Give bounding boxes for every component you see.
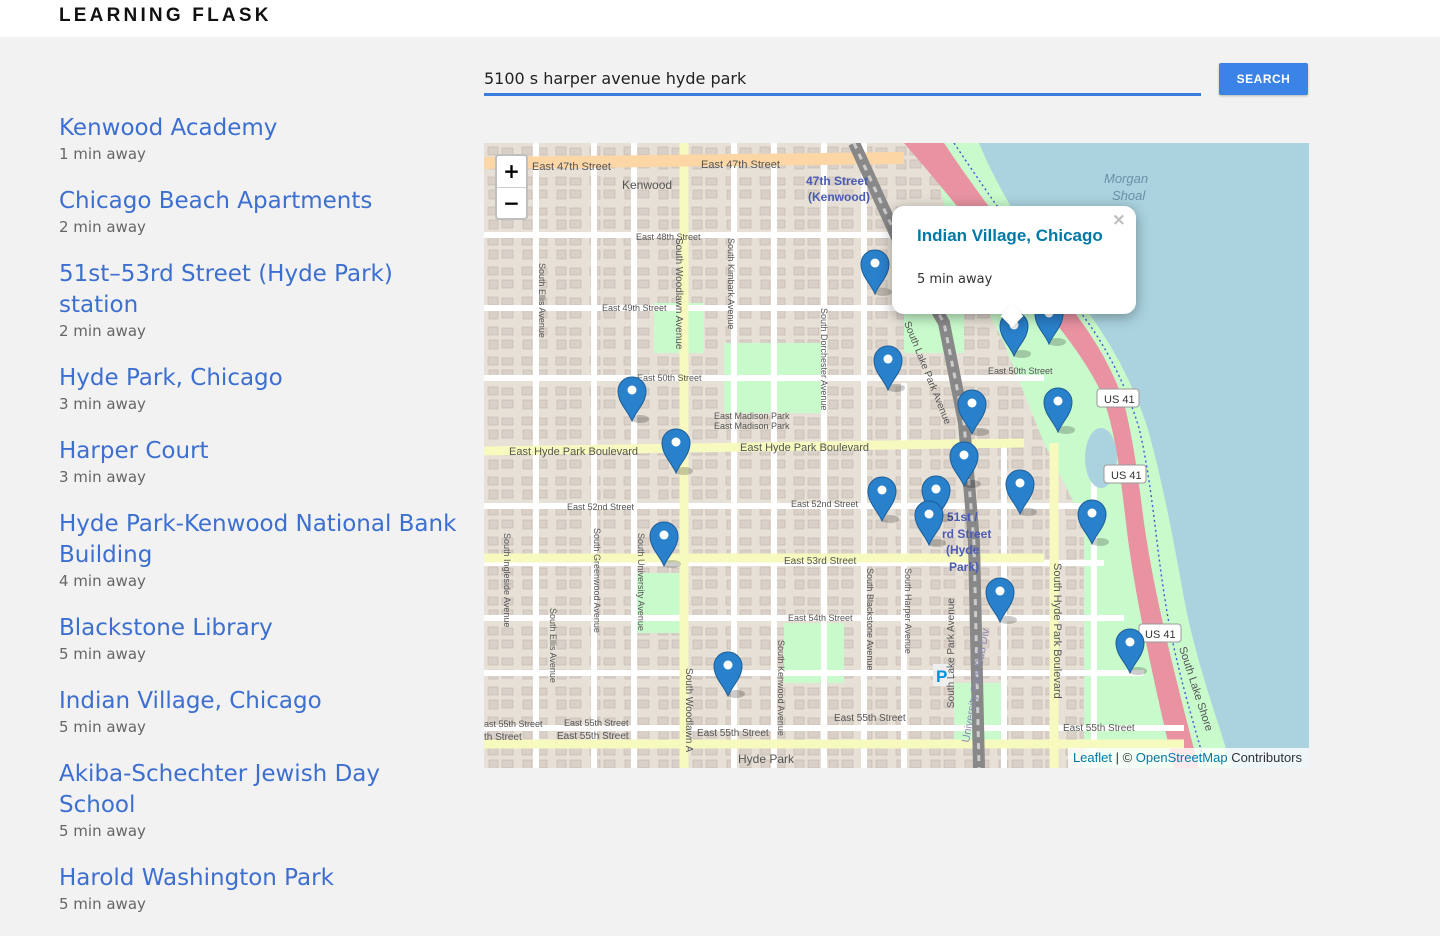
- map-label: South Woodlawn A: [683, 668, 694, 753]
- map-label: South Ellis Avenue: [537, 263, 547, 338]
- map-label: South Ellis Avenue: [548, 608, 558, 683]
- map-label: East 49th Street: [602, 303, 667, 313]
- result-distance: 2 min away: [59, 218, 146, 236]
- map-label: East Hyde Park Boulevard: [509, 446, 638, 458]
- map-label: East Hyde Park Boulevard: [740, 442, 869, 454]
- map-label: US 41: [1104, 394, 1135, 406]
- map-label: South University Avenue: [636, 533, 646, 631]
- map-label: Kenwood: [622, 178, 672, 192]
- popup-title: Indian Village, Chicago: [917, 226, 1103, 245]
- result-link[interactable]: Indian Village, Chicago: [59, 686, 459, 717]
- map-label: South Lake Park Avenue: [946, 598, 957, 708]
- list-item: Blackstone Library 5 min away: [59, 613, 459, 665]
- map-label: South Harper Avenue: [903, 568, 913, 654]
- result-distance: 2 min away: [59, 322, 146, 340]
- map-label: East Madison Park: [714, 421, 790, 431]
- map-label: South Hyde Park Boulevard: [1051, 563, 1063, 699]
- map-label: South Kimbark Avenue: [726, 238, 736, 329]
- map-label: US 41: [1111, 470, 1142, 482]
- list-item: Chicago Beach Apartments 2 min away: [59, 186, 459, 238]
- results-list: Kenwood Academy 1 min away Chicago Beach…: [59, 113, 459, 936]
- list-item: Hyde Park-Kenwood National Bank Building…: [59, 509, 459, 592]
- map-label: East 54th Street: [788, 613, 853, 623]
- map-label: East 55th Street: [697, 728, 769, 739]
- map-attribution: Leaflet | © OpenStreetMap Contributors: [1067, 748, 1309, 768]
- list-item: Hyde Park, Chicago 3 min away: [59, 363, 459, 415]
- search-input[interactable]: [484, 64, 1201, 96]
- result-link[interactable]: Harper Court: [59, 436, 459, 467]
- map-label: (Kenwood): [808, 190, 870, 204]
- result-distance: 5 min away: [59, 718, 146, 736]
- osm-link[interactable]: OpenStreetMap: [1136, 750, 1228, 765]
- list-item: Harper Court 3 min away: [59, 436, 459, 488]
- map-popup: × Indian Village, Chicago 5 min away: [892, 206, 1136, 328]
- map-label: East 50th Street: [637, 373, 702, 383]
- result-link[interactable]: Chicago Beach Apartments: [59, 186, 459, 217]
- zoom-in-button[interactable]: +: [497, 156, 526, 187]
- map-label: rd Street: [942, 527, 991, 541]
- map-label: South Kenwood Avenue: [776, 640, 786, 736]
- list-item: Akiba-Schechter Jewish Day School 5 min …: [59, 759, 459, 842]
- result-link[interactable]: Akiba-Schechter Jewish Day School: [59, 759, 459, 821]
- map-label: East 55th Street: [1063, 723, 1135, 734]
- map-label: Park): [949, 560, 979, 574]
- map-label: South Ingleside Avenue: [502, 533, 512, 627]
- close-icon[interactable]: ×: [1112, 210, 1126, 230]
- top-navbar: LEARNING FLASK: [0, 0, 1440, 37]
- map-label: East 55th Street: [564, 718, 629, 728]
- zoom-out-button[interactable]: −: [497, 187, 526, 219]
- result-link[interactable]: Harold Washington Park: [59, 863, 459, 894]
- search-button[interactable]: SEARCH: [1219, 63, 1308, 95]
- map-label: Morgan: [1104, 171, 1148, 186]
- zoom-control: + −: [495, 154, 528, 220]
- leaflet-link[interactable]: Leaflet: [1073, 750, 1112, 765]
- map-label: East Madison Park: [714, 411, 790, 421]
- result-link[interactable]: Hyde Park-Kenwood National Bank Building: [59, 509, 459, 571]
- map-label: East 52nd Street: [791, 499, 859, 509]
- map-label: East 55th Street: [557, 731, 629, 742]
- result-distance: 5 min away: [59, 822, 146, 840]
- map-label: US 41: [1145, 629, 1176, 641]
- map-label: East 48th Street: [636, 232, 701, 242]
- result-distance: 1 min away: [59, 145, 146, 163]
- result-link[interactable]: Kenwood Academy: [59, 113, 459, 144]
- map-label: ast 55th Street: [484, 719, 543, 729]
- list-item: Kenwood Academy 1 min away: [59, 113, 459, 165]
- result-distance: 5 min away: [59, 895, 146, 913]
- brand-logo[interactable]: LEARNING FLASK: [59, 5, 272, 27]
- map-label: South Greenwood Avenue: [592, 528, 602, 633]
- map-label: East 47th Street: [701, 159, 780, 171]
- result-distance: 3 min away: [59, 395, 146, 413]
- map-label: Shoal: [1112, 188, 1146, 203]
- map-container[interactable]: East 47th Street East 47th Street Kenwoo…: [484, 143, 1309, 768]
- map-label: East 53rd Street: [784, 556, 856, 567]
- list-item: Indian Village, Chicago 5 min away: [59, 686, 459, 738]
- attribution-suffix: Contributors: [1227, 750, 1302, 765]
- map-label: East 55th Street: [834, 713, 906, 724]
- attribution-separator: | ©: [1112, 750, 1136, 765]
- map-label: Hyde Park: [738, 752, 795, 766]
- list-item: 51st–53rd Street (Hyde Park) station 2 m…: [59, 259, 459, 342]
- result-distance: 5 min away: [59, 645, 146, 663]
- result-link[interactable]: 51st–53rd Street (Hyde Park) station: [59, 259, 459, 321]
- map-label: South Blackstone Avenue: [865, 568, 875, 670]
- map-label: th Street: [484, 732, 522, 743]
- map-label: East 50th Street: [988, 366, 1053, 376]
- map-label: East 47th Street: [532, 161, 611, 173]
- map-label: East 52nd Street: [567, 502, 635, 512]
- popup-distance: 5 min away: [917, 272, 993, 287]
- result-link[interactable]: Blackstone Library: [59, 613, 459, 644]
- result-link[interactable]: Hyde Park, Chicago: [59, 363, 459, 394]
- map-label: South Woodlawn Avenue: [673, 238, 684, 350]
- map-label: (Hyde: [946, 543, 980, 557]
- map-label: South Dorchester Avenue: [819, 308, 829, 410]
- result-distance: 4 min away: [59, 572, 146, 590]
- list-item: Harold Washington Park 5 min away: [59, 863, 459, 915]
- map-label: 47th Street: [806, 174, 868, 188]
- result-distance: 3 min away: [59, 468, 146, 486]
